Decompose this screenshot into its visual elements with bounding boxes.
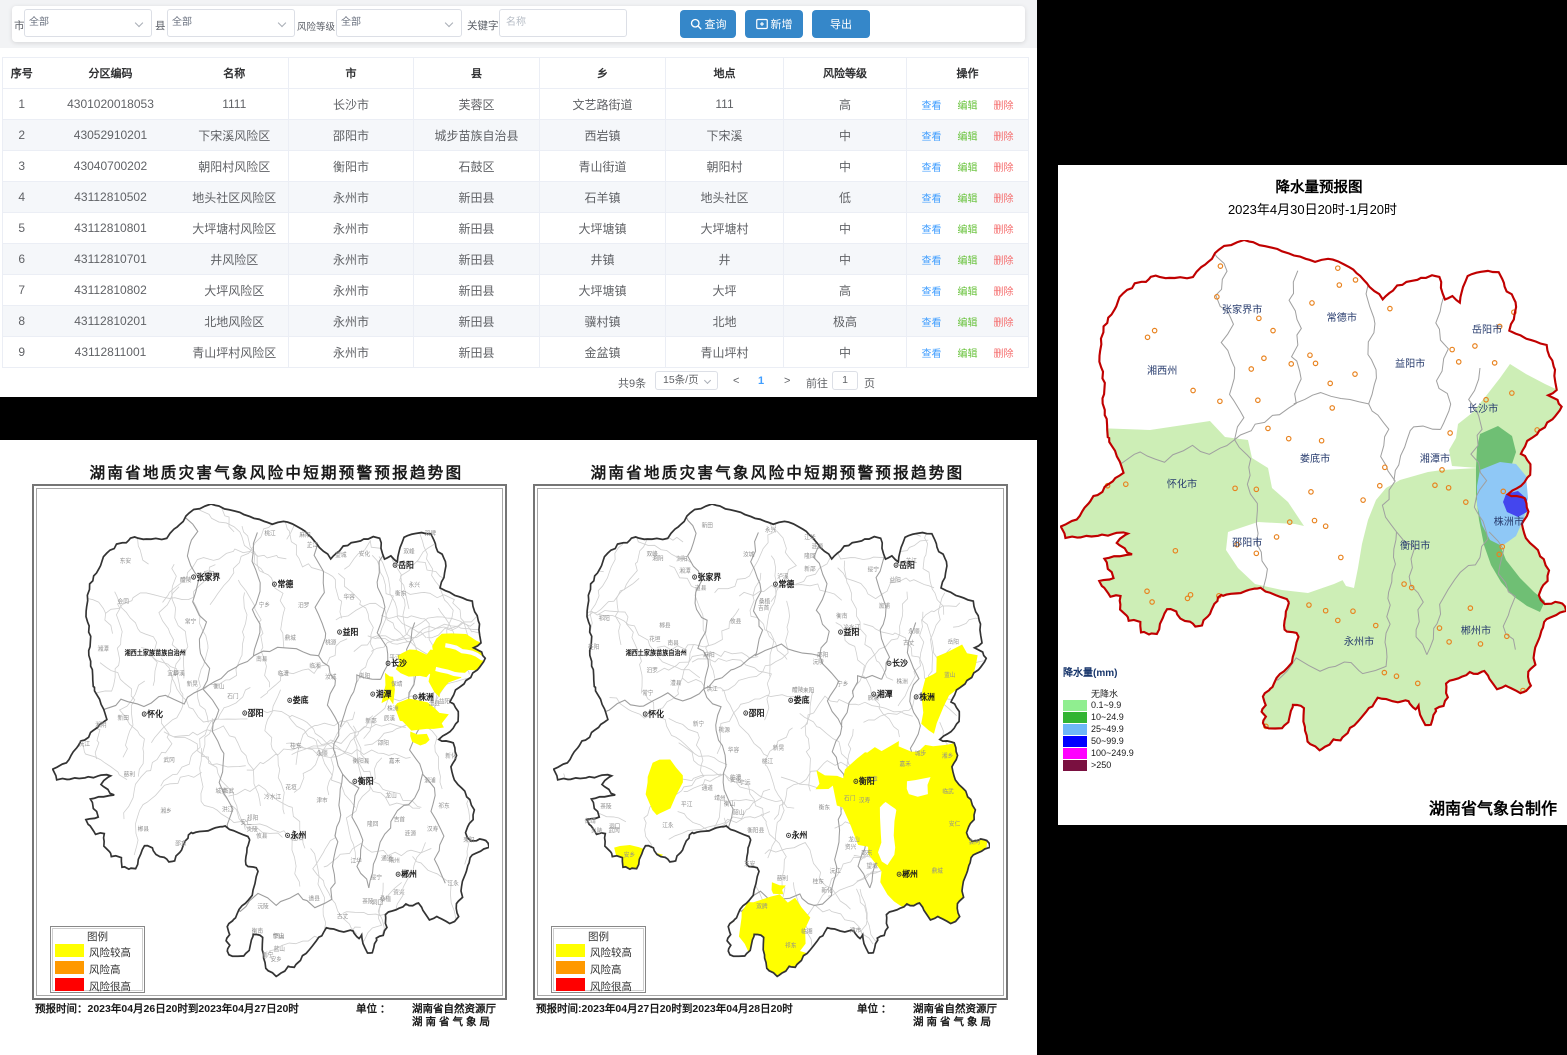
svg-text:娄底: 娄底 — [794, 695, 810, 705]
svg-text:衡阳: 衡阳 — [858, 776, 875, 786]
svg-text:张家界市: 张家界市 — [1222, 303, 1262, 316]
svg-text:湘潭: 湘潭 — [376, 689, 392, 699]
svg-text:株洲: 株洲 — [418, 691, 434, 701]
svg-text:怀化: 怀化 — [147, 709, 163, 719]
svg-text:岳阳: 岳阳 — [398, 560, 414, 570]
svg-text:鼎城: 鼎城 — [931, 868, 942, 875]
svg-text:常德: 常德 — [779, 579, 795, 589]
svg-text:张家界: 张家界 — [197, 572, 221, 582]
svg-text:湘潭市: 湘潭市 — [1420, 452, 1450, 465]
svg-text:株洲市: 株洲市 — [1494, 515, 1524, 528]
svg-text:平江: 平江 — [681, 801, 692, 808]
svg-text:怀化: 怀化 — [648, 709, 664, 719]
svg-text:永州: 永州 — [290, 830, 307, 840]
svg-text:郴州: 郴州 — [902, 869, 918, 879]
svg-text:衡阳: 衡阳 — [357, 776, 374, 786]
svg-text:常德: 常德 — [278, 579, 294, 589]
svg-text:永州市: 永州市 — [1344, 635, 1374, 648]
svg-text:娄底市: 娄底市 — [1300, 452, 1330, 465]
svg-text:双牌: 双牌 — [425, 530, 436, 538]
svg-text:郴州市: 郴州市 — [1461, 624, 1491, 637]
svg-text:长沙: 长沙 — [391, 658, 407, 668]
svg-text:益阳市: 益阳市 — [1395, 357, 1425, 370]
svg-text:邵阳: 邵阳 — [247, 709, 264, 718]
svg-text:湘潭: 湘潭 — [877, 689, 893, 699]
svg-text:常德市: 常德市 — [1327, 311, 1357, 324]
svg-text:邵阳: 邵阳 — [748, 709, 765, 718]
svg-text:长沙市: 长沙市 — [1468, 402, 1498, 415]
svg-text:张家界: 张家界 — [698, 572, 722, 582]
svg-text:株洲: 株洲 — [919, 691, 935, 701]
svg-text:益阳: 益阳 — [343, 627, 359, 637]
svg-text:鼎城: 鼎城 — [284, 635, 295, 642]
svg-text:长沙: 长沙 — [892, 658, 908, 668]
svg-text:永州: 永州 — [791, 830, 808, 840]
svg-text:衡阳市: 衡阳市 — [1400, 539, 1430, 552]
svg-text:娄底: 娄底 — [293, 695, 309, 705]
svg-text:益阳: 益阳 — [844, 627, 860, 637]
svg-text:岳阳: 岳阳 — [899, 560, 915, 570]
svg-text:郴州: 郴州 — [401, 869, 417, 879]
svg-text:邵阳市: 邵阳市 — [1232, 536, 1262, 549]
svg-text:岳阳市: 岳阳市 — [1472, 323, 1502, 336]
svg-text:怀化市: 怀化市 — [1167, 477, 1197, 490]
svg-text:湘西州: 湘西州 — [1147, 364, 1177, 377]
